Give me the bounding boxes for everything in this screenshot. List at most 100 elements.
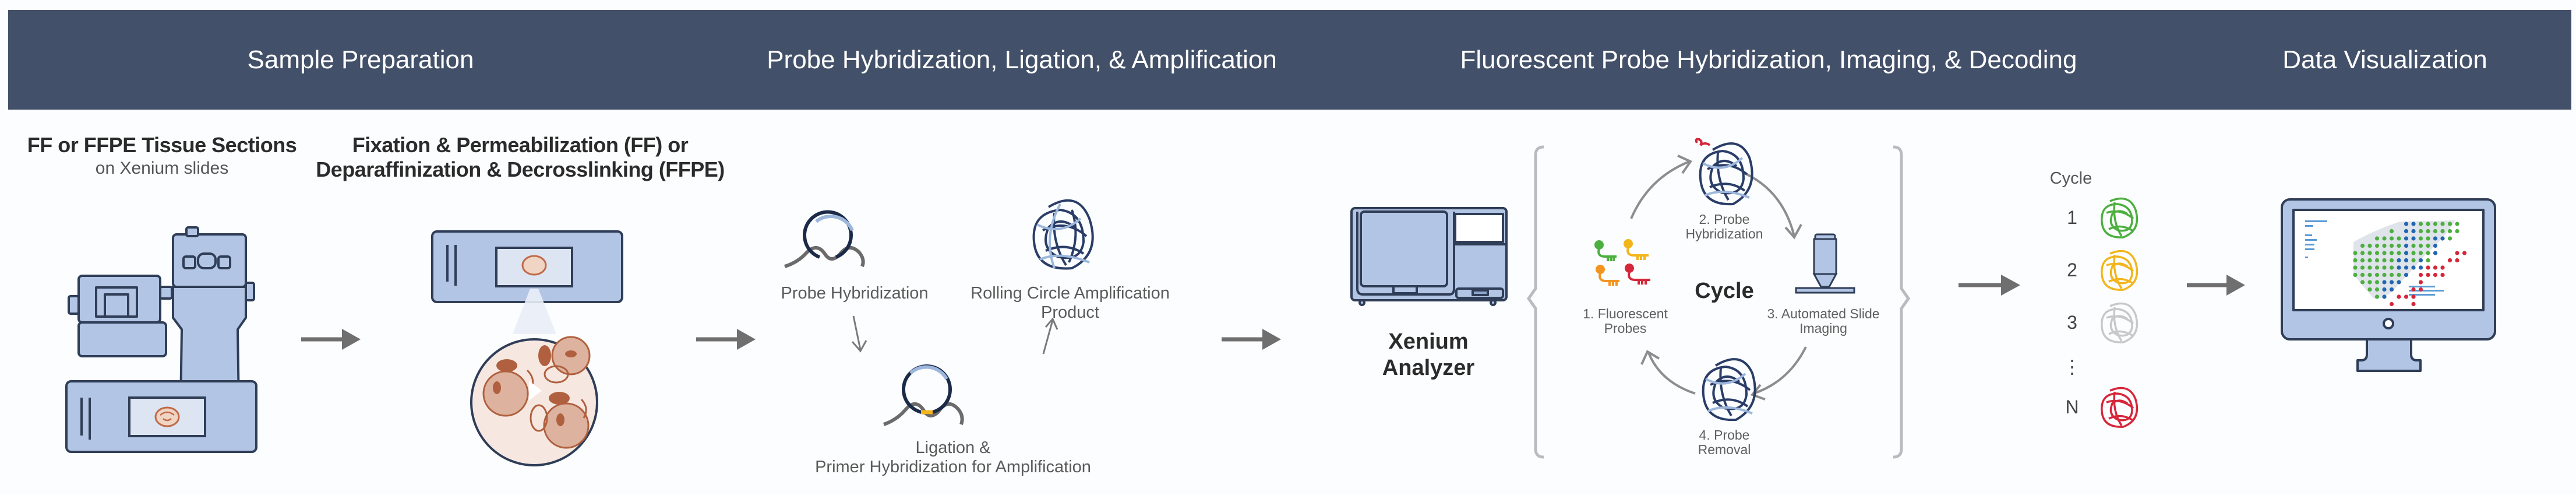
spatial-spot (2455, 251, 2459, 255)
rca-colored-signal-icon (2101, 302, 2139, 343)
cycle-center-label: Cycle (1695, 279, 1754, 303)
spatial-spot (2411, 294, 2416, 299)
header-probe-hybridization: Probe Hybridization, Ligation, & Amplifi… (767, 45, 1277, 74)
spatial-spot (2367, 251, 2372, 255)
spatial-spot (2404, 222, 2409, 226)
spatial-spot (2360, 243, 2365, 248)
spatial-spot (2433, 272, 2438, 278)
down-arrow-icon (851, 315, 867, 353)
spatial-spot (2404, 236, 2409, 241)
spatial-spot (2374, 272, 2380, 278)
spatial-spot (2426, 272, 2430, 278)
tissue-slide-magnified-icon (431, 230, 623, 466)
spatial-spot (2374, 258, 2380, 263)
spatial-spot (2411, 301, 2416, 307)
step-tissue-sections-title: FF or FFPE Tissue Sections (27, 133, 297, 157)
spatial-spot (2418, 222, 2423, 226)
spatial-spot (2389, 258, 2394, 263)
spatial-spot (2426, 265, 2430, 270)
spatial-spot (2440, 265, 2445, 270)
spatial-spot (2382, 280, 2387, 285)
spatial-spot (2360, 272, 2365, 278)
spatial-spot (2433, 265, 2438, 270)
spatial-spot (2374, 251, 2380, 255)
fluorescent-probes-icon (1594, 239, 1650, 286)
spatial-spot (2426, 251, 2430, 255)
spatial-spot (2447, 222, 2453, 226)
header-fluorescent-imaging: Fluorescent Probe Hybridization, Imaging… (1460, 45, 2077, 74)
spatial-spot (2447, 258, 2453, 263)
spatial-spot (2389, 251, 2394, 255)
legend-line (2305, 244, 2314, 245)
rca-colored-signal-icon (2101, 197, 2139, 238)
microtome-icon (68, 226, 255, 408)
spatial-spot (2353, 272, 2358, 278)
spatial-spot (2433, 229, 2438, 234)
spatial-spot (2382, 294, 2387, 299)
spatial-spot (2374, 287, 2380, 292)
spatial-spot (2440, 222, 2445, 226)
spatial-spot (2418, 272, 2423, 278)
cycle-step-1-line2: Probes (1604, 321, 1647, 336)
label-ligation-line2: Primer Hybridization for Amplification (815, 458, 1091, 476)
spatial-spot (2411, 229, 2416, 234)
spatial-spot (2440, 229, 2445, 234)
spatial-spot (2353, 251, 2358, 255)
spatial-spot (2411, 222, 2416, 226)
step-tissue-sections-subtitle: on Xenium slides (95, 159, 229, 178)
spatial-spot (2397, 251, 2401, 255)
header-sample-preparation: Sample Preparation (247, 45, 474, 74)
spatial-spot (2404, 243, 2409, 248)
spatial-spot (2382, 258, 2387, 263)
spatial-spot (2397, 258, 2401, 263)
spatial-spot (2440, 236, 2445, 241)
spatial-spot (2374, 280, 2380, 285)
spatial-spot (2426, 243, 2430, 248)
spatial-spot (2426, 229, 2430, 234)
spatial-spot (2382, 243, 2387, 248)
label-rca-line1: Rolling Circle Amplification (971, 284, 1170, 303)
spatial-spot (2440, 272, 2445, 278)
spatial-spot (2418, 243, 2423, 248)
spatial-spot (2397, 265, 2401, 270)
spatial-spot (2374, 243, 2380, 248)
analyzer-label-line1: Xenium (1388, 329, 1469, 354)
up-arrow-icon (1042, 317, 1058, 354)
spatial-spot (2389, 265, 2394, 270)
cycle-number-label: 3 (2067, 312, 2077, 333)
spatial-spot (2389, 243, 2394, 248)
label-ligation-line1: Ligation & (915, 438, 991, 457)
spatial-spot (2411, 251, 2416, 255)
probe-hybridization-rca-icon (1695, 138, 1753, 206)
spatial-spot (2374, 236, 2380, 241)
spatial-spot (2382, 265, 2387, 270)
spatial-spot (2418, 258, 2423, 263)
spatial-spot (2447, 229, 2453, 234)
spatial-spot (2426, 222, 2430, 226)
spatial-spot (2382, 272, 2387, 278)
legend-line (2409, 286, 2435, 287)
step-fixation-title-line2: Deparaffinization & Decrosslinking (FFPE… (316, 157, 725, 181)
spatial-spot (2389, 280, 2394, 285)
spatial-spot (2367, 287, 2372, 292)
spatial-spot (2382, 287, 2387, 292)
spatial-spot (2353, 265, 2358, 270)
flow-arrow-icon (301, 329, 361, 350)
cycle-step-1-line1: 1. Fluorescent (1583, 306, 1668, 321)
step-fixation-title-line1: Fixation & Permeabilization (FF) or (352, 133, 689, 157)
spatial-spot (2389, 229, 2394, 234)
analyzer-label-line2: Analyzer (1382, 356, 1475, 380)
spatial-spot (2418, 236, 2423, 241)
legend-line (2305, 257, 2308, 258)
legend-line (2305, 220, 2327, 222)
legend-line (2305, 225, 2313, 227)
spatial-spot (2411, 258, 2416, 263)
spatial-spot (2462, 251, 2467, 255)
padlock-probe-icon (784, 210, 865, 268)
spatial-spot (2433, 236, 2438, 241)
spatial-spot (2455, 222, 2459, 226)
spatial-spot (2411, 265, 2416, 270)
spatial-spot (2397, 243, 2401, 248)
spatial-spot (2418, 251, 2423, 255)
spatial-spot (2367, 280, 2372, 285)
